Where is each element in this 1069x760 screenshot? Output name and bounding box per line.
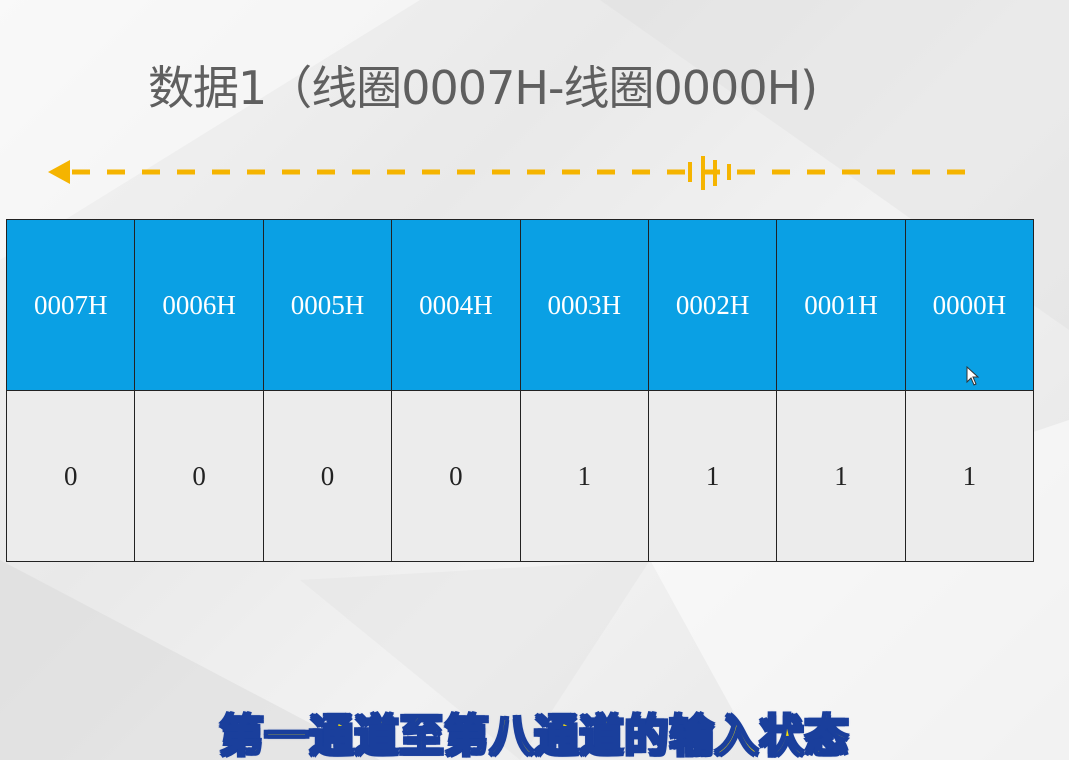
header-cell: 0005H — [262, 219, 393, 391]
value-cell: 0 — [391, 390, 521, 562]
value-cell: 0 — [134, 390, 264, 562]
header-cell: 0002H — [647, 219, 778, 391]
value-cell: 1 — [904, 390, 1035, 562]
table-header-row: 0007H 0006H 0005H 0004H 0003H 0002H 0001… — [5, 219, 1035, 391]
caption-subtitle: 第一通道至第八通道的输入状态 — [219, 710, 850, 760]
coil-register-table: 0007H 0006H 0005H 0004H 0003H 0002H 0001… — [5, 219, 1035, 562]
value-cell: 1 — [776, 390, 906, 562]
value-cell: 0 — [262, 390, 393, 562]
header-cell: 0007H — [5, 219, 136, 391]
value-cell: 0 — [5, 390, 136, 562]
header-cell: 0004H — [391, 219, 521, 391]
left-arrow-dashed-icon — [48, 156, 980, 190]
header-cell: 0006H — [134, 219, 264, 391]
value-cell: 1 — [647, 390, 778, 562]
header-cell: 0003H — [519, 219, 649, 391]
header-cell: 0000H — [904, 219, 1035, 391]
value-cell: 1 — [519, 390, 649, 562]
table-value-row: 0 0 0 0 1 1 1 1 — [5, 390, 1035, 562]
slide-title: 数据1（线圈0007H-线圈0000H) — [148, 61, 818, 115]
header-cell: 0001H — [776, 219, 906, 391]
mouse-pointer-icon — [966, 366, 980, 386]
